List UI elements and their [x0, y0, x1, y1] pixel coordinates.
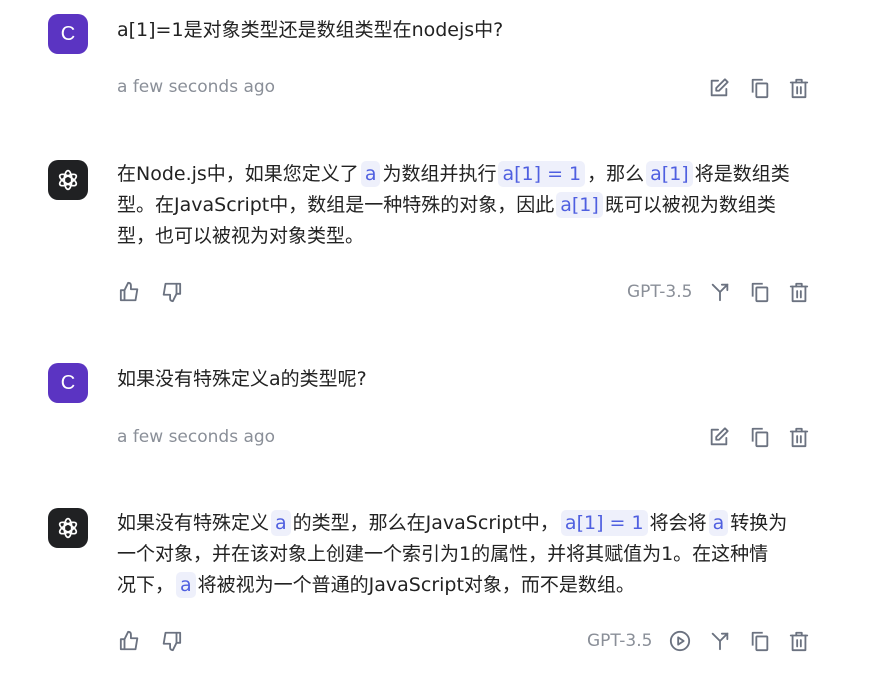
inline-code: a — [708, 510, 729, 536]
delete-icon[interactable] — [788, 281, 810, 303]
delete-icon[interactable] — [788, 630, 810, 652]
thumbs-down-icon[interactable] — [160, 281, 182, 303]
inline-code: a — [360, 161, 381, 187]
openai-logo-icon — [54, 514, 82, 542]
copy-icon[interactable] — [749, 630, 771, 652]
thumbs-down-icon[interactable] — [160, 630, 182, 652]
message-text: 如果没有特殊定义a的类型呢? — [117, 368, 367, 390]
delete-icon[interactable] — [788, 426, 810, 448]
model-label: GPT-3.5 — [627, 282, 693, 302]
copy-icon[interactable] — [749, 426, 771, 448]
message-timestamp: a few seconds ago — [117, 77, 276, 97]
delete-icon[interactable] — [788, 77, 810, 99]
fork-icon[interactable] — [709, 281, 731, 303]
inline-code: a[1] = 1 — [498, 161, 586, 187]
thumbs-up-icon[interactable] — [119, 630, 141, 652]
assistant-avatar — [48, 508, 88, 548]
inline-code: a[1] — [646, 161, 693, 187]
message-text: 在Node.js中，如果您定义了 a 为数组并执行 a[1] = 1 ，那么 a[1] 将是… — [117, 161, 790, 247]
message-timestamp: a few seconds ago — [117, 427, 276, 447]
inline-code: a — [271, 510, 291, 536]
message-text: a[1]=1是对象类型还是数组类型在nodejs中? — [117, 19, 504, 41]
inline-code: a — [176, 572, 196, 598]
inline-code: a[1] = 1 — [560, 510, 648, 536]
user-avatar: C — [48, 363, 88, 403]
copy-icon[interactable] — [749, 77, 771, 99]
play-icon[interactable] — [669, 630, 691, 652]
inline-code: a[1] — [556, 192, 603, 218]
copy-icon[interactable] — [749, 281, 771, 303]
openai-logo-icon — [54, 166, 82, 194]
model-label: GPT-3.5 — [587, 631, 653, 651]
assistant-avatar — [48, 160, 88, 200]
message-text: 如果没有特殊定义 a 的类型，那么在JavaScript中， a[1] = 1 将会将 a… — [117, 510, 788, 598]
user-avatar: C — [48, 14, 88, 54]
edit-icon[interactable] — [708, 77, 730, 99]
thumbs-up-icon[interactable] — [119, 281, 141, 303]
edit-icon[interactable] — [708, 426, 730, 448]
fork-icon[interactable] — [709, 630, 731, 652]
